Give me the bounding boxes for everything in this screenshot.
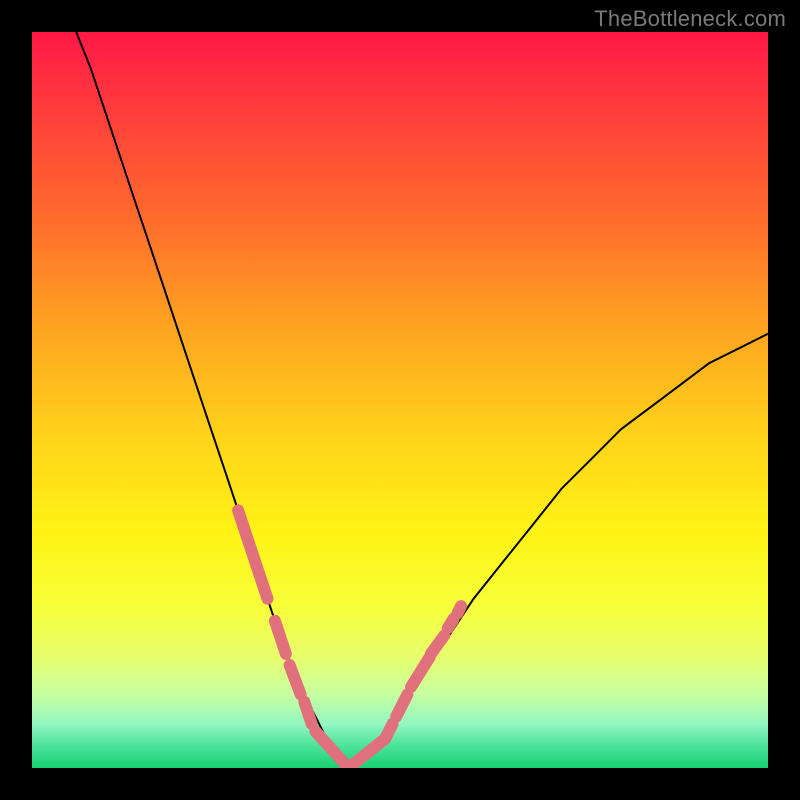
chart-frame: TheBottleneck.com bbox=[0, 0, 800, 800]
plot-area bbox=[32, 32, 768, 768]
curve-svg bbox=[32, 32, 768, 768]
bottleneck-curve bbox=[76, 32, 768, 768]
watermark-text: TheBottleneck.com bbox=[594, 6, 786, 32]
highlight-segments bbox=[238, 510, 461, 768]
